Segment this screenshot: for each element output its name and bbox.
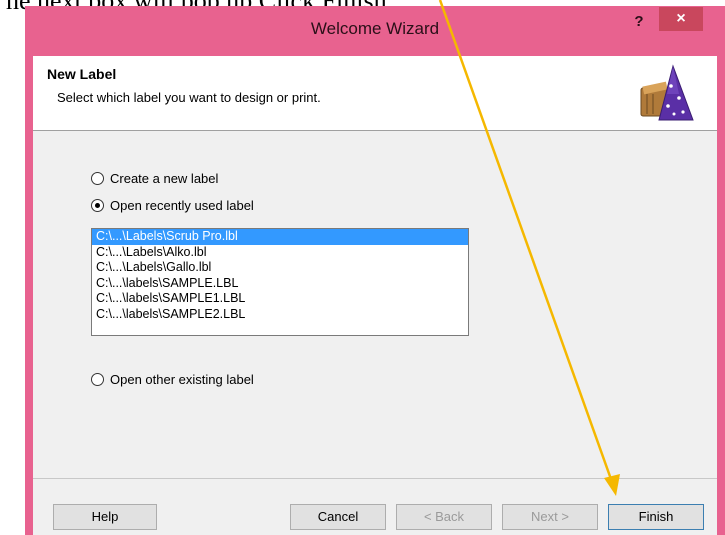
page-title: New Label xyxy=(47,66,117,82)
radio-open-other[interactable] xyxy=(91,372,104,386)
option-label: Create a new label xyxy=(110,170,219,186)
radio-open-recent[interactable] xyxy=(91,198,104,212)
page-subtitle: Select which label you want to design or… xyxy=(57,90,321,105)
option-create-new-label[interactable]: Create a new label xyxy=(91,169,218,187)
help-button[interactable]: Help xyxy=(53,504,157,530)
recent-labels-list[interactable]: C:\...\Labels\Scrub Pro.lbl C:\...\Label… xyxy=(91,228,469,336)
finish-button[interactable]: Finish xyxy=(608,504,704,530)
window-title: Welcome Wizard xyxy=(310,19,440,38)
help-question-button[interactable]: ? xyxy=(629,12,649,32)
next-button[interactable]: Next > xyxy=(502,504,598,530)
list-item[interactable]: C:\...\Labels\Alko.lbl xyxy=(92,245,468,261)
option-open-recent-label[interactable]: Open recently used label xyxy=(91,196,254,214)
back-button[interactable]: < Back xyxy=(396,504,492,530)
option-label: Open recently used label xyxy=(110,197,254,213)
wizard-header: New Label Select which label you want to… xyxy=(33,56,717,131)
radio-create-new[interactable] xyxy=(91,171,104,185)
list-item[interactable]: C:\...\labels\SAMPLE2.LBL xyxy=(92,307,468,323)
list-item[interactable]: C:\...\Labels\Gallo.lbl xyxy=(92,260,468,276)
wizard-client-area: New Label Select which label you want to… xyxy=(33,56,717,535)
option-open-other-label[interactable]: Open other existing label xyxy=(91,370,254,388)
close-button[interactable]: × xyxy=(659,7,703,31)
list-item[interactable]: C:\...\Labels\Scrub Pro.lbl xyxy=(92,229,468,245)
welcome-wizard-window: Welcome Wizard ? × New Label Select whic… xyxy=(25,6,725,535)
title-bar[interactable]: Welcome Wizard ? × xyxy=(25,6,725,56)
wizard-hat-icon xyxy=(640,64,694,121)
footer-divider xyxy=(33,478,717,479)
cancel-button[interactable]: Cancel xyxy=(290,504,386,530)
list-item[interactable]: C:\...\labels\SAMPLE1.LBL xyxy=(92,291,468,307)
list-item[interactable]: C:\...\labels\SAMPLE.LBL xyxy=(92,276,468,292)
option-label: Open other existing label xyxy=(110,371,254,387)
